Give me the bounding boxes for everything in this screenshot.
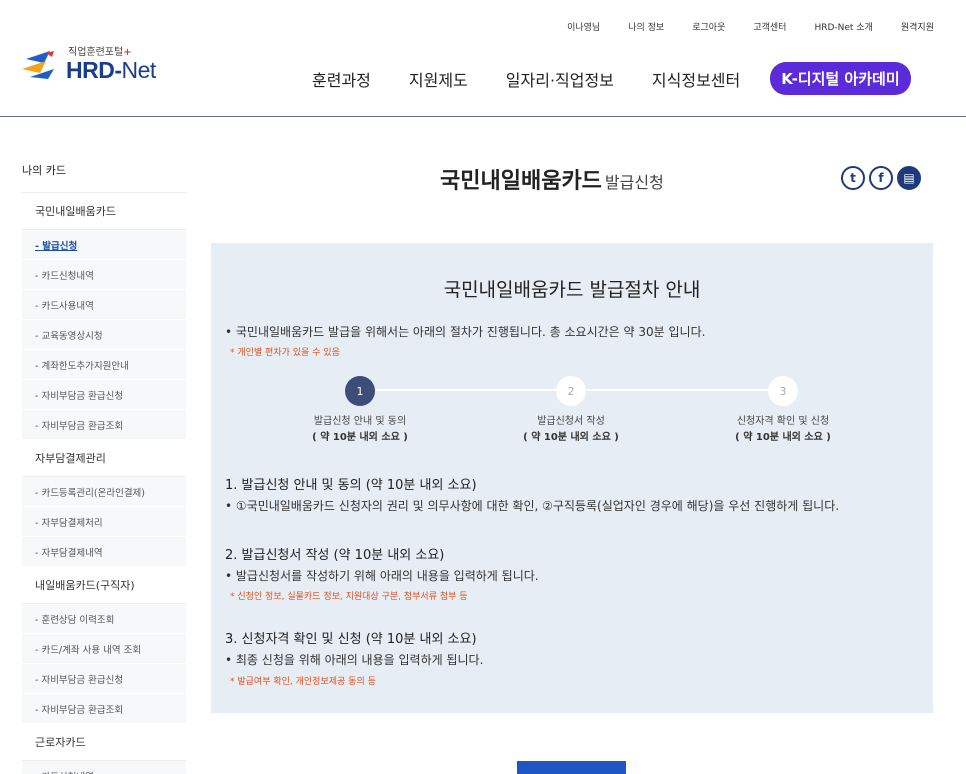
step-1-title: 발급신청 안내 및 동의 (313, 416, 407, 427)
sidebar-item-self-pay-process[interactable]: - 자부담결제처리 (22, 507, 186, 537)
sidebar-item-js-refund-inquiry[interactable]: - 자비부담금 환급조회 (22, 694, 186, 724)
step-2-label: 발급신청서 작성 ( 약 10분 내외 소요 ) (491, 414, 651, 446)
box-title: 국민내일배움카드 발급절차 안내 (443, 279, 701, 301)
section-3-note: * 발급여부 확인, 개인정보제공 동의 등 (230, 677, 376, 687)
util-about[interactable]: HRD-Net 소개 (814, 20, 872, 33)
global-nav: 훈련과정 지원제도 일자리·직업정보 지식정보센터 K-디지털 아카데미 (312, 62, 911, 95)
page-title: 국민내일배움카드 발급신청 (440, 163, 664, 195)
procedure-info-box: 국민내일배움카드 발급절차 안내 • 국민내일배움카드 발급을 위해서는 아래의… (211, 243, 933, 713)
sidebar-group-national-card[interactable]: 국민내일배움카드 (22, 193, 186, 230)
sidebar-title: 나의 카드 (22, 162, 186, 193)
step-connector (587, 389, 783, 391)
section-3-desc: • 최종 신청을 위해 아래의 내용을 입력하게 됩니다. (225, 653, 484, 667)
facebook-icon[interactable]: f (869, 166, 893, 190)
intro-text: • 국민내일배움카드 발급을 위해서는 아래의 절차가 진행됩니다. 총 소요시… (225, 325, 706, 339)
page-title-main: 국민내일배움카드 (440, 169, 602, 194)
next-button[interactable] (517, 761, 626, 774)
util-remote-support[interactable]: 원격지원 (901, 20, 934, 33)
util-logout[interactable]: 로그아웃 (692, 20, 725, 33)
sidebar-group-worker-card[interactable]: 근로자카드 (22, 724, 186, 761)
step-3-label: 신청자격 확인 및 신청 ( 약 10분 내외 소요 ) (703, 414, 863, 446)
section-1-desc: • ①국민내일배움카드 신청자의 권리 및 의무사항에 대한 확인, ②구직등록… (225, 499, 840, 513)
gnb-support-system[interactable]: 지원제도 (409, 67, 468, 91)
step-2-indicator: 2 (556, 376, 586, 406)
sidebar-group-self-pay[interactable]: 자부담결제관리 (22, 440, 186, 477)
page-title-sub: 발급신청 (604, 173, 664, 192)
logo-net: Net (121, 57, 157, 83)
sidebar-item-js-refund-apply[interactable]: - 자비부담금 환급신청 (22, 664, 186, 694)
gnb-training-courses[interactable]: 훈련과정 (312, 67, 371, 91)
header-divider (0, 116, 966, 117)
sidebar-item-apply[interactable]: - 발급신청 (22, 230, 186, 260)
logo-mark-icon (20, 49, 62, 81)
gnb-k-digital-academy[interactable]: K-디지털 아카데미 (770, 62, 911, 95)
section-2-note: * 신청인 정보, 실물카드 정보, 지원대상 구분, 첨부서류 첨부 등 (230, 592, 468, 602)
step-3-time: ( 약 10분 내외 소요 ) (735, 432, 831, 443)
util-customer-center[interactable]: 고객센터 (753, 20, 786, 33)
step-2-time: ( 약 10분 내외 소요 ) (523, 432, 619, 443)
step-3-title: 신청자격 확인 및 신청 (736, 416, 830, 427)
print-icon[interactable]: ▤ (897, 166, 921, 190)
util-my-info[interactable]: 나의 정보 (628, 20, 664, 33)
section-2-title: 2. 발급신청서 작성 (약 10분 내외 소요) (225, 548, 445, 563)
sidebar: 나의 카드 국민내일배움카드 - 발급신청 - 카드신청내역 - 카드사용내역 … (22, 162, 186, 774)
step-1-label: 발급신청 안내 및 동의 ( 약 10분 내외 소요 ) (280, 414, 440, 446)
sidebar-item-worker-requests[interactable]: - 카드신청내역 (22, 761, 186, 774)
step-progress: 1 2 3 발급신청 안내 및 동의 ( 약 10분 내외 소요 ) 발급신청서 … (211, 376, 933, 456)
sidebar-item-refund-apply[interactable]: - 자비부담금 환급신청 (22, 380, 186, 410)
share-buttons: t f ▤ (841, 166, 921, 190)
sidebar-item-counsel-history[interactable]: - 훈련상담 이력조회 (22, 604, 186, 634)
section-3-title: 3. 신청자격 확인 및 신청 (약 10분 내외 소요) (225, 632, 477, 647)
utility-nav: 이나영님 나의 정보 로그아웃 고객센터 HRD-Net 소개 원격지원 (539, 20, 934, 33)
step-connector (376, 389, 572, 391)
sidebar-item-limit-extra[interactable]: - 계좌한도추가지원안내 (22, 350, 186, 380)
gnb-job-info[interactable]: 일자리·직업정보 (506, 67, 614, 91)
sidebar-group-jobseeker-card[interactable]: 내일배움카드(구직자) (22, 567, 186, 604)
sidebar-item-card-requests[interactable]: - 카드신청내역 (22, 260, 186, 290)
step-2-title: 발급신청서 작성 (537, 416, 605, 427)
step-1-indicator: 1 (345, 376, 375, 406)
section-1-title: 1. 발급신청 안내 및 동의 (약 10분 내외 소요) (225, 478, 477, 493)
site-logo[interactable]: 직업훈련포털+ HRD-Net (20, 48, 156, 82)
sidebar-item-card-registration[interactable]: - 카드등록관리(온라인결제) (22, 477, 186, 507)
logo-dash: - (114, 57, 122, 83)
intro-note: * 개인별 편차가 있을 수 있음 (230, 348, 340, 358)
sidebar-item-self-pay-history[interactable]: - 자부담결제내역 (22, 537, 186, 567)
sidebar-item-refund-inquiry[interactable]: - 자비부담금 환급조회 (22, 410, 186, 440)
sidebar-item-card-usage[interactable]: - 카드사용내역 (22, 290, 186, 320)
sidebar-item-edu-video[interactable]: - 교육동영상시청 (22, 320, 186, 350)
sidebar-item-account-usage[interactable]: - 카드/계좌 사용 내역 조회 (22, 634, 186, 664)
twitter-icon[interactable]: t (841, 166, 865, 190)
section-2-desc: • 발급신청서를 작성하기 위해 아래의 내용을 입력하게 됩니다. (225, 569, 539, 583)
step-1-time: ( 약 10분 내외 소요 ) (312, 432, 408, 443)
gnb-knowledge-center[interactable]: 지식정보센터 (652, 67, 740, 91)
util-user-name[interactable]: 이나영님 (567, 20, 600, 33)
logo-hrd: HRD (66, 57, 115, 83)
step-3-indicator: 3 (768, 376, 798, 406)
